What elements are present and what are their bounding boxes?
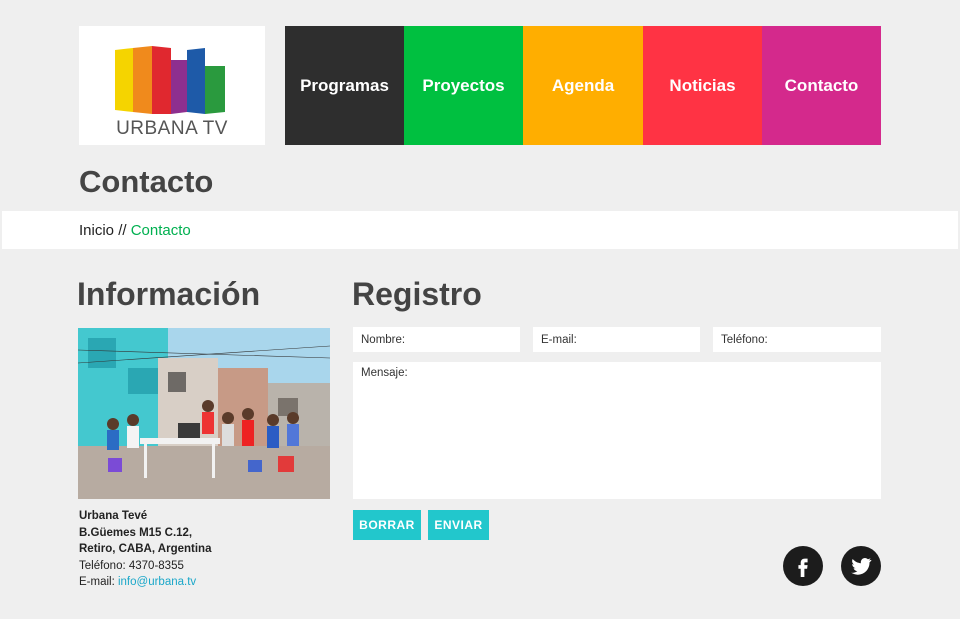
email-input[interactable] bbox=[533, 327, 700, 352]
logo-bar-blue bbox=[187, 48, 205, 114]
facebook-icon bbox=[798, 558, 808, 577]
logo-text: URBANA TV bbox=[116, 118, 228, 139]
nav-item-agenda[interactable]: Agenda bbox=[523, 26, 643, 145]
nav-item-noticias[interactable]: Noticias bbox=[643, 26, 762, 145]
nav-item-contacto[interactable]: Contacto bbox=[762, 26, 881, 145]
site-logo[interactable]: URBANA TV bbox=[79, 26, 265, 145]
breadcrumb: Inicio // Contacto bbox=[79, 222, 191, 239]
address-line-2: Retiro, CABA, Argentina bbox=[79, 543, 212, 555]
form-title: Registro bbox=[352, 276, 482, 312]
logo-bar-green bbox=[205, 66, 225, 114]
breadcrumb-home-link[interactable]: Inicio bbox=[79, 222, 114, 239]
phone-text: Teléfono: 4370-8355 bbox=[79, 559, 184, 572]
email-line: E-mail: info@urbana.tv bbox=[79, 574, 211, 591]
name-input[interactable] bbox=[353, 327, 520, 352]
logo-bar-yellow bbox=[115, 48, 133, 112]
breadcrumb-separator: // bbox=[114, 222, 131, 239]
logo-bar-orange bbox=[133, 46, 152, 114]
message-textarea[interactable] bbox=[353, 362, 881, 499]
breadcrumb-bar: Inicio // Contacto bbox=[2, 211, 958, 249]
email-link[interactable]: info@urbana.tv bbox=[118, 576, 196, 588]
contact-address: Urbana Tevé B.Güemes M15 C.12, Retiro, C… bbox=[79, 508, 211, 591]
address-line-1: B.Güemes M15 C.12, bbox=[79, 526, 193, 539]
nav-item-proyectos[interactable]: Proyectos bbox=[404, 26, 523, 145]
org-name: Urbana Tevé bbox=[79, 510, 148, 522]
main-nav: Programas Proyectos Agenda Noticias Cont… bbox=[285, 26, 881, 145]
twitter-icon bbox=[851, 558, 872, 575]
contact-photo bbox=[78, 328, 330, 499]
logo-bar-red bbox=[152, 46, 171, 114]
info-title: Información bbox=[77, 276, 261, 312]
email-label: E-mail: bbox=[79, 576, 118, 588]
twitter-button[interactable] bbox=[841, 546, 881, 586]
submit-button[interactable]: ENVIAR bbox=[428, 510, 489, 540]
facebook-button[interactable] bbox=[783, 546, 823, 586]
street-scene-image bbox=[78, 328, 330, 499]
logo-bar-purple bbox=[171, 60, 187, 114]
page-title: Contacto bbox=[79, 164, 214, 199]
breadcrumb-current: Contacto bbox=[130, 222, 191, 239]
nav-item-programas[interactable]: Programas bbox=[285, 26, 404, 145]
phone-input[interactable] bbox=[713, 327, 881, 352]
reset-button[interactable]: BORRAR bbox=[353, 510, 421, 540]
